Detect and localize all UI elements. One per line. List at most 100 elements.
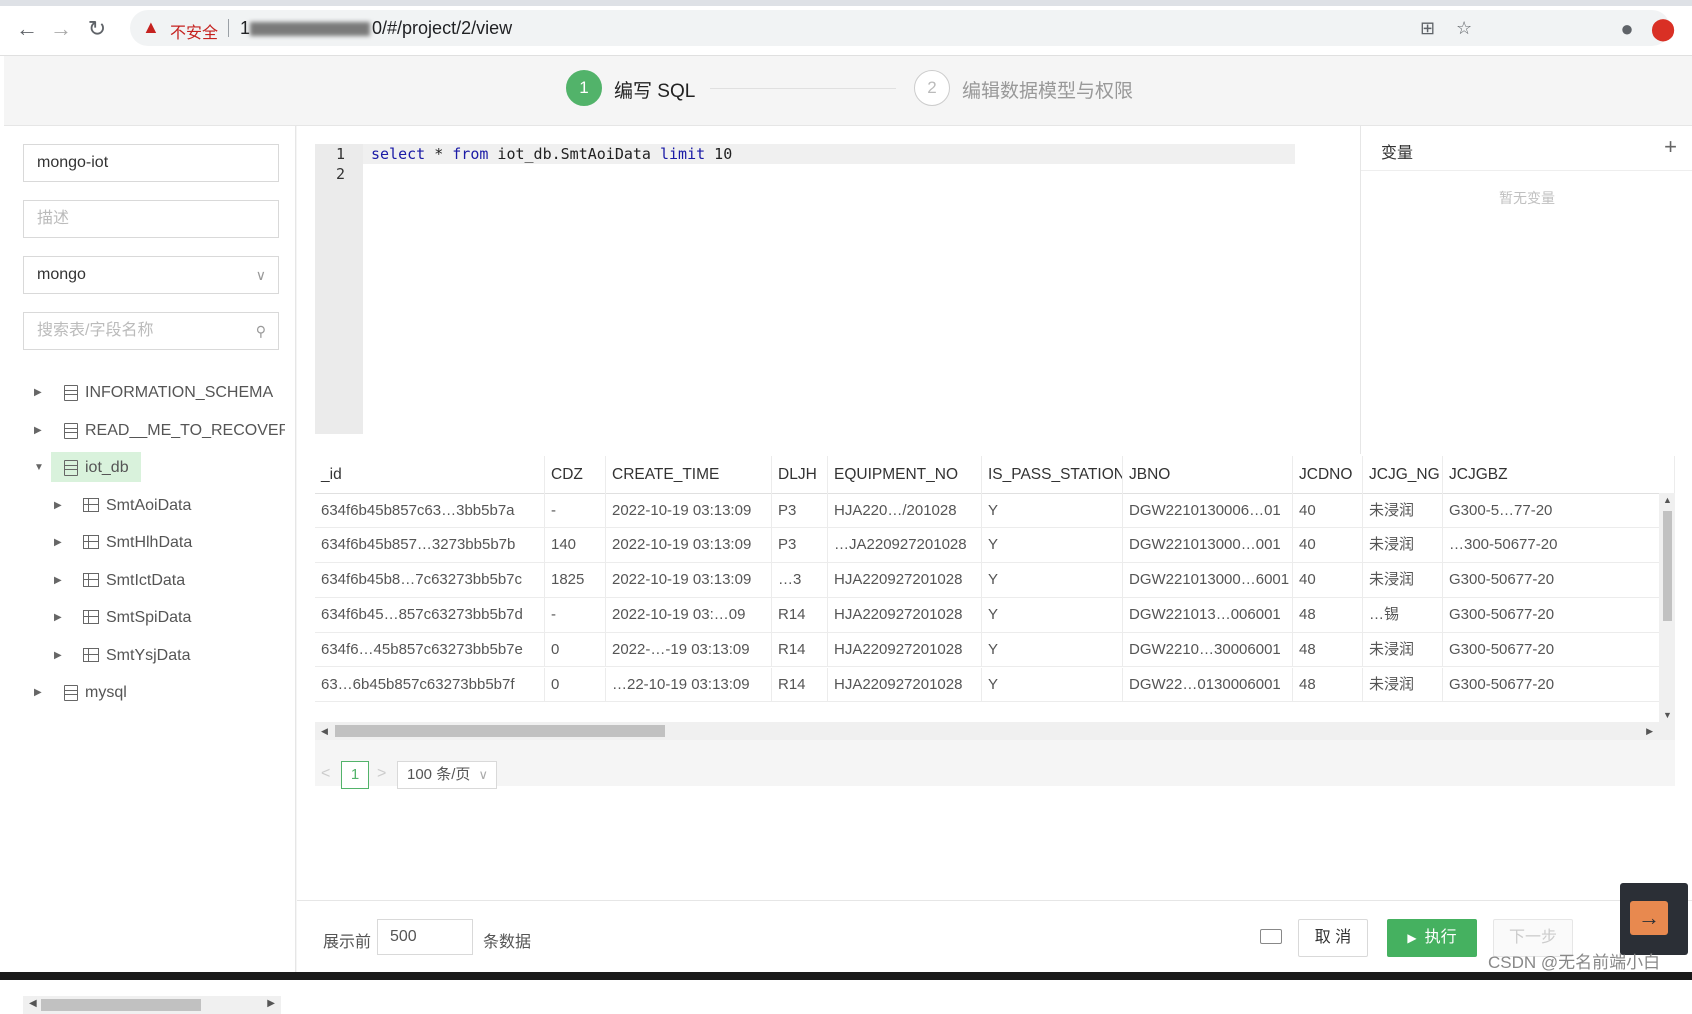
caret-right-icon[interactable]: ▶ bbox=[54, 487, 62, 525]
page-size-select[interactable]: 100 条/页 ∨ bbox=[397, 761, 497, 789]
url-redaction bbox=[250, 22, 371, 37]
tree-item-label: iot_db bbox=[85, 459, 129, 476]
column-header[interactable]: JCJG_NG bbox=[1363, 456, 1443, 494]
table-row[interactable]: 634f6b45b857c63…3bb5b7a -2022-10-19 03:13… bbox=[315, 493, 1675, 529]
sql-code-line-1[interactable]: select * from iot_db.SmtAoiData limit 10 bbox=[371, 145, 732, 163]
next-page-button[interactable]: > bbox=[377, 765, 386, 783]
table-cell: …22-10-19 03:13:09 bbox=[606, 667, 772, 703]
footer-bar: 展示前 500 条数据 取 消 ▶ 执行 下一步 bbox=[297, 900, 1692, 972]
horizontal-scrollbar[interactable]: ◀ ▶ bbox=[315, 722, 1675, 740]
caret-down-icon[interactable]: ▼ bbox=[34, 449, 44, 487]
table-row[interactable]: 634f6b45b8…7c63273bb5b7c 1825 2022-10-19 0… bbox=[315, 563, 1675, 598]
variables-panel: 变量 + 暂无变量 bbox=[1360, 126, 1692, 454]
column-header[interactable]: CREATE_TIME bbox=[606, 456, 772, 494]
column-header[interactable]: IS_PASS_STATION bbox=[982, 456, 1123, 494]
tree-item-smtictdata[interactable]: ▶ SmtIctData bbox=[4, 562, 296, 600]
row-limit-input[interactable]: 500 bbox=[377, 919, 473, 955]
profile-icon[interactable]: ● bbox=[1612, 14, 1642, 44]
sidebar-horizontal-scrollbar[interactable]: ◀ ▶ bbox=[23, 996, 281, 1014]
address-bar[interactable]: ▲ 不安全 1 0/#/project/2/view ⊞ ☆ bbox=[130, 10, 1670, 46]
column-header[interactable]: JCJGBZ bbox=[1443, 456, 1675, 494]
tree-item-smtysjdata[interactable]: ▶ SmtYsjData bbox=[4, 637, 296, 675]
search-icon[interactable]: ⚲ bbox=[256, 313, 266, 349]
caret-right-icon[interactable]: ▶ bbox=[34, 374, 42, 412]
scrollbar-thumb[interactable] bbox=[1663, 511, 1672, 621]
caret-right-icon[interactable]: ▶ bbox=[54, 562, 62, 600]
page-number-current[interactable]: 1 bbox=[341, 761, 369, 789]
caret-right-icon[interactable]: ▶ bbox=[54, 599, 62, 637]
table-icon bbox=[83, 647, 99, 662]
table-cell: - bbox=[545, 493, 606, 529]
table-row[interactable]: 63…6b45b857c63273bb5b7f 0 …22-10-19 03:13:… bbox=[315, 667, 1675, 703]
tree-item-smtaoidata[interactable]: ▶ SmtAoiData bbox=[4, 487, 296, 525]
add-variable-icon[interactable]: + bbox=[1664, 134, 1677, 160]
forward-icon[interactable]: → bbox=[46, 14, 76, 44]
cancel-button[interactable]: 取 消 bbox=[1298, 919, 1368, 957]
run-button[interactable]: ▶ 执行 bbox=[1387, 919, 1477, 957]
vertical-scrollbar[interactable]: ▲ ▼ bbox=[1659, 493, 1675, 722]
table-cell: DGW22…0130006001 bbox=[1123, 667, 1293, 703]
tree-item-label: SmtSpiData bbox=[106, 609, 192, 626]
caret-right-icon[interactable]: ▶ bbox=[54, 637, 62, 675]
step-1-circle[interactable]: 1 bbox=[566, 70, 602, 106]
table-row[interactable]: 634f6b45b857…3273bb5b7b 140 2022-10-19 03:… bbox=[315, 528, 1675, 564]
table-cell: DGW2210130006…01 bbox=[1123, 493, 1293, 529]
table-row[interactable]: 634f6b45…857c63273bb5b7d -2022-10-19 03:…… bbox=[315, 597, 1675, 633]
column-header[interactable]: DLJH bbox=[772, 456, 828, 494]
column-header[interactable]: JCDNO bbox=[1293, 456, 1363, 494]
back-icon[interactable]: ← bbox=[12, 14, 42, 44]
search-input[interactable]: 搜索表/字段名称 ⚲ bbox=[23, 312, 279, 350]
extension-icon[interactable]: ⬤ bbox=[1648, 14, 1678, 44]
prev-page-button[interactable]: < bbox=[321, 765, 330, 783]
description-field[interactable]: 描述 bbox=[23, 200, 279, 238]
sql-keyword: from bbox=[452, 145, 489, 163]
tree-item-smthlhdata[interactable]: ▶ SmtHlhData bbox=[4, 524, 296, 562]
table-cell: 634f6b45…857c63273bb5b7d bbox=[315, 597, 545, 633]
scrollbar-thumb[interactable] bbox=[335, 725, 665, 737]
translate-icon[interactable]: ⊞ bbox=[1420, 18, 1435, 39]
scroll-right-icon[interactable]: ▶ bbox=[267, 998, 275, 1009]
caret-right-icon[interactable]: ▶ bbox=[34, 412, 42, 450]
keyboard-icon[interactable] bbox=[1260, 929, 1282, 944]
url-text[interactable]: 1 0/#/project/2/view bbox=[240, 18, 512, 39]
db-type-select[interactable]: mongo ∨ bbox=[23, 256, 279, 294]
scroll-left-icon[interactable]: ◀ bbox=[29, 998, 37, 1009]
column-header[interactable]: _id bbox=[315, 456, 545, 494]
column-header[interactable]: JBNO bbox=[1123, 456, 1293, 494]
tree-item-smtspidata[interactable]: ▶ SmtSpiData bbox=[4, 599, 296, 637]
steps-bar: 1 编写 SQL 2 编辑数据模型与权限 bbox=[4, 56, 1692, 126]
table-icon bbox=[83, 497, 99, 512]
bookmark-star-icon[interactable]: ☆ bbox=[1456, 18, 1472, 39]
table-cell: 48 bbox=[1293, 632, 1363, 668]
table-cell: HJA220927201028 bbox=[828, 667, 982, 703]
db-type-value: mongo bbox=[37, 266, 86, 283]
tree-item-information-schema[interactable]: ▶ INFORMATION_SCHEMA bbox=[4, 374, 296, 412]
database-icon bbox=[64, 685, 78, 701]
scroll-up-icon[interactable]: ▲ bbox=[1663, 495, 1672, 505]
connection-name-field[interactable]: mongo-iot bbox=[23, 144, 279, 182]
reload-icon[interactable]: ↻ bbox=[82, 14, 112, 44]
step-1-label[interactable]: 编写 SQL bbox=[614, 76, 695, 103]
scroll-left-icon[interactable]: ◀ bbox=[321, 726, 328, 737]
tree-item-mysql[interactable]: ▶ mysql bbox=[4, 674, 296, 712]
column-header[interactable]: EQUIPMENT_NO bbox=[828, 456, 982, 494]
scrollbar-thumb[interactable] bbox=[41, 999, 201, 1011]
table-cell: 634f6b45b8…7c63273bb5b7c bbox=[315, 563, 545, 598]
scroll-right-icon[interactable]: ▶ bbox=[1646, 726, 1653, 737]
tree-item-iot-db[interactable]: ▼ iot_db bbox=[4, 449, 296, 487]
step-2-label[interactable]: 编辑数据模型与权限 bbox=[962, 76, 1133, 103]
table-cell: 未浸润 bbox=[1363, 563, 1443, 598]
floating-widget[interactable]: → bbox=[1620, 883, 1688, 955]
column-header[interactable]: CDZ bbox=[545, 456, 606, 494]
scroll-down-icon[interactable]: ▼ bbox=[1663, 710, 1672, 720]
tree-item-read-me[interactable]: ▶ READ__ME_TO_RECOVER_Y bbox=[4, 412, 296, 450]
table-row[interactable]: 634f6…45b857c63273bb5b7e 0 2022-…-19 03:13… bbox=[315, 632, 1675, 668]
table-icon bbox=[83, 610, 99, 624]
table-cell: 2022-…-19 03:13:09 bbox=[606, 632, 772, 668]
caret-right-icon[interactable]: ▶ bbox=[54, 524, 62, 562]
table-cell: 2022-10-19 03:…09 bbox=[606, 597, 772, 633]
caret-right-icon[interactable]: ▶ bbox=[34, 674, 42, 712]
step-2-circle[interactable]: 2 bbox=[914, 70, 950, 106]
row-limit-suffix: 条数据 bbox=[483, 934, 532, 951]
sql-editor[interactable]: 1 2 select * from iot_db.SmtAoiData limi… bbox=[315, 144, 1295, 434]
